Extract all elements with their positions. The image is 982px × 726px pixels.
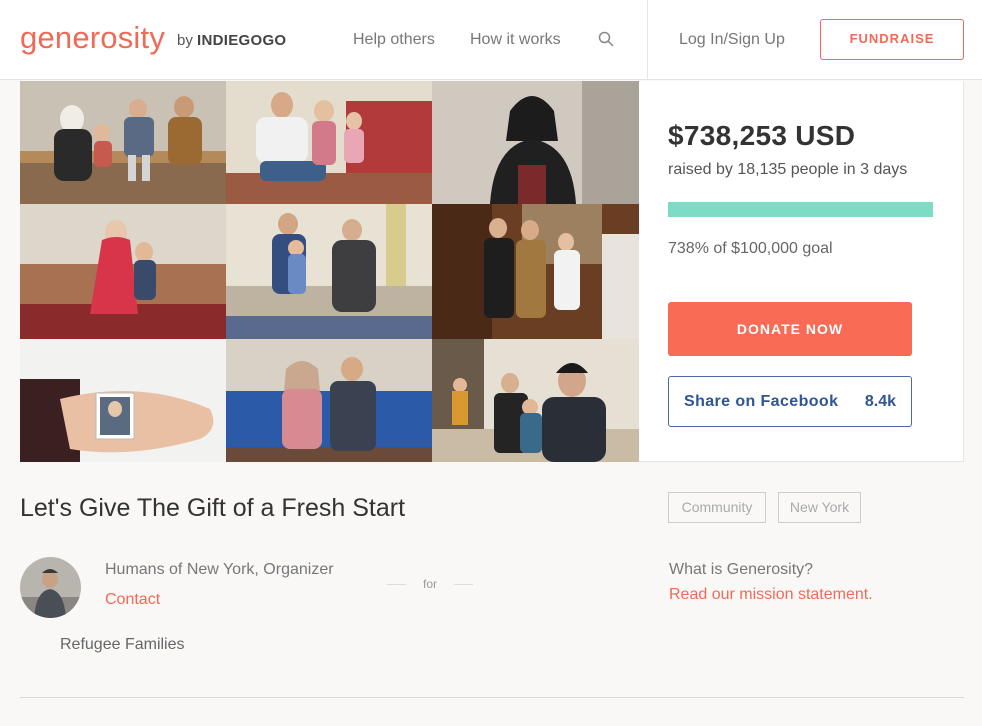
campaign-card: $738,253 USD raised by 18,135 people in …: [20, 81, 964, 462]
family-photo-2: [226, 81, 432, 204]
funding-progress-bar: [668, 202, 933, 217]
campaign-title: Let's Give The Gift of a Fresh Start: [20, 494, 406, 522]
mission-statement-link[interactable]: Read our mission statement.: [669, 585, 873, 605]
for-label: for: [423, 577, 438, 591]
section-divider: [20, 697, 964, 698]
tag-community[interactable]: Community: [668, 492, 766, 523]
tag-new-york[interactable]: New York: [778, 492, 861, 523]
progress-fill: [668, 202, 933, 217]
amount-raised: $738,253 USD: [668, 120, 856, 151]
what-is-generosity: What is Generosity?: [669, 561, 814, 578]
photo-grid[interactable]: [20, 81, 639, 462]
fundraise-button[interactable]: FUNDRAISE: [820, 19, 964, 60]
family-photo-6: [432, 204, 639, 339]
facebook-share-count: 8.4k: [864, 393, 896, 410]
family-photo-5: [226, 204, 432, 339]
logo-by-text: by: [177, 32, 193, 49]
family-photo-3: [432, 81, 639, 204]
share-facebook-button[interactable]: Share on Facebook 8.4k: [668, 376, 912, 427]
family-photo-1: [20, 81, 226, 204]
organizer-avatar[interactable]: [20, 557, 81, 618]
generosity-logo[interactable]: generosity: [20, 20, 165, 56]
site-header: generosity by INDIEGOGO Help others How …: [0, 0, 982, 80]
facebook-share-label: Share on Facebook: [684, 393, 839, 410]
for-divider-left: [387, 584, 406, 585]
for-divider-right: [454, 584, 473, 585]
indiegogo-brand: INDIEGOGO: [197, 32, 287, 49]
contact-link[interactable]: Contact: [105, 590, 160, 610]
login-signup-link[interactable]: Log In/Sign Up: [679, 30, 785, 50]
family-photo-9: [432, 339, 639, 462]
nav-help-others[interactable]: Help others: [353, 30, 435, 50]
nav-how-it-works[interactable]: How it works: [470, 30, 561, 50]
family-photo-4: [20, 204, 226, 339]
goal-text: 738% of $100,000 goal: [668, 240, 833, 257]
logo-byline[interactable]: by INDIEGOGO: [177, 32, 286, 50]
beneficiary-name: Refugee Families: [60, 636, 185, 653]
raised-by-text: raised by 18,135 people in 3 days: [668, 161, 908, 178]
family-photo-7: [20, 339, 226, 462]
family-photo-8: [226, 339, 432, 462]
header-divider: [647, 0, 648, 80]
donate-now-button[interactable]: DONATE NOW: [668, 302, 912, 356]
organizer-name: Humans of New York, Organizer: [105, 561, 334, 578]
search-icon[interactable]: [598, 31, 614, 47]
